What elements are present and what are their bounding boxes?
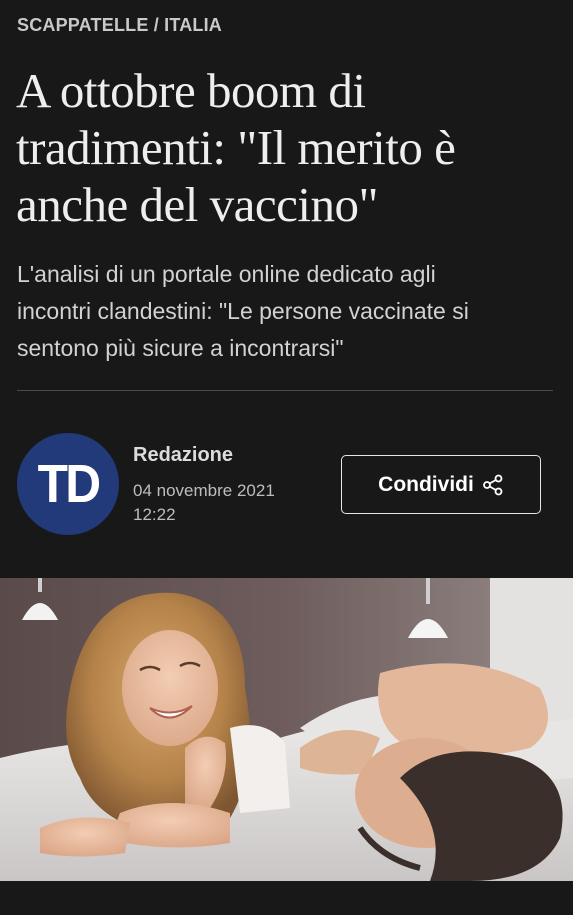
headline-line: tradimenti: "Il merito è [16, 120, 456, 175]
publish-time: 12:22 [133, 505, 176, 524]
headline-line: anche del vaccino" [16, 177, 378, 232]
category-breadcrumb[interactable]: SCAPPATELLE / ITALIA [17, 14, 222, 36]
author-avatar[interactable]: TD [17, 433, 119, 535]
share-button[interactable]: Condividi [341, 455, 541, 514]
author-name[interactable]: Redazione [133, 443, 233, 467]
subtitle-line: incontri clandestini: "Le persone vaccin… [17, 298, 469, 324]
photo-couple-in-bed-icon [0, 578, 573, 881]
headline-line: A ottobre boom di [16, 63, 366, 118]
divider [17, 390, 553, 391]
share-button-label: Condividi [378, 472, 474, 496]
article-subtitle: L'analisi di un portale online dedicato … [17, 256, 557, 367]
subtitle-line: sentono più sicure a incontrarsi" [17, 335, 344, 361]
author-logo-text: TD [37, 454, 101, 514]
bottom-strip [0, 881, 573, 915]
article-headline: A ottobre boom di tradimenti: "Il merito… [16, 62, 561, 233]
hero-image[interactable] [0, 578, 573, 881]
publish-date: 04 novembre 2021 [133, 481, 275, 500]
subtitle-line: L'analisi di un portale online dedicato … [17, 261, 436, 287]
share-icon [482, 474, 504, 496]
